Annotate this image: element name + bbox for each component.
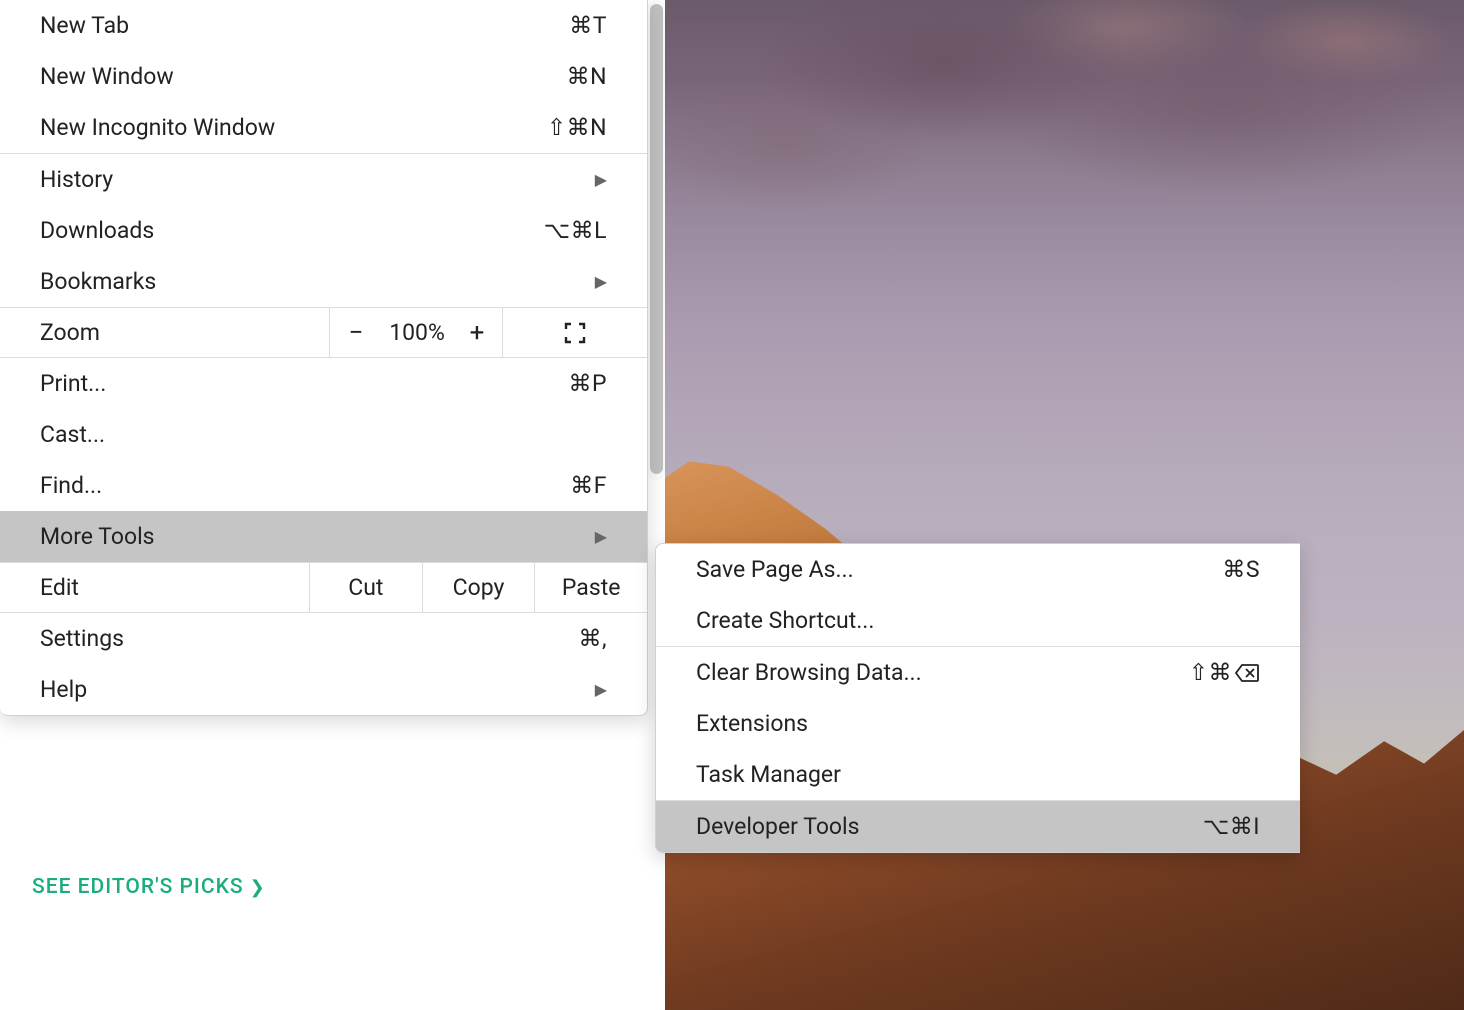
menu-zoom-label: Zoom (0, 308, 330, 357)
submenu-developer-tools[interactable]: Developer Tools ⌥⌘I (656, 801, 1300, 852)
menu-more-tools[interactable]: More Tools ▶ (0, 511, 647, 562)
zoom-level-value: 100% (382, 308, 452, 357)
submenu-save-page[interactable]: Save Page As... ⌘S (656, 544, 1300, 595)
submenu-save-page-shortcut: ⌘S (1222, 556, 1260, 583)
submenu-developer-tools-shortcut: ⌥⌘I (1203, 813, 1260, 840)
menu-downloads[interactable]: Downloads ⌥⌘L (0, 205, 647, 256)
menu-settings-shortcut: ⌘, (578, 625, 607, 652)
menu-cast-label: Cast... (40, 421, 607, 448)
menu-more-tools-label: More Tools (40, 523, 595, 550)
menu-find-label: Find... (40, 472, 570, 499)
editors-picks-label: SEE EDITOR'S PICKS (32, 875, 244, 899)
submenu-task-manager-label: Task Manager (696, 761, 1260, 788)
submenu-create-shortcut[interactable]: Create Shortcut... (656, 595, 1300, 646)
submenu-arrow-icon: ▶ (595, 527, 607, 546)
menu-new-tab-label: New Tab (40, 12, 569, 39)
submenu-clear-data-shortcut: ⇧⌘ (1189, 659, 1260, 686)
menu-print-label: Print... (40, 370, 568, 397)
more-tools-submenu: Save Page As... ⌘S Create Shortcut... Cl… (655, 543, 1300, 853)
menu-print[interactable]: Print... ⌘P (0, 358, 647, 409)
submenu-extensions-label: Extensions (696, 710, 1260, 737)
submenu-create-shortcut-label: Create Shortcut... (696, 607, 1260, 634)
submenu-arrow-icon: ▶ (595, 272, 607, 291)
chevron-right-icon: ❯ (250, 877, 266, 898)
menu-new-window[interactable]: New Window ⌘N (0, 51, 647, 102)
menu-new-incognito-shortcut: ⇧⌘N (547, 114, 607, 141)
menu-downloads-label: Downloads (40, 217, 544, 244)
menu-new-window-label: New Window (40, 63, 567, 90)
desktop-wallpaper (665, 0, 1464, 1010)
submenu-save-page-label: Save Page As... (696, 556, 1222, 583)
menu-edit-row: Edit Cut Copy Paste (0, 562, 647, 613)
menu-print-shortcut: ⌘P (568, 370, 607, 397)
edit-copy-button[interactable]: Copy (423, 563, 536, 612)
menu-history-label: History (40, 166, 595, 193)
backspace-icon (1234, 663, 1260, 683)
submenu-clear-data-label: Clear Browsing Data... (696, 659, 1189, 686)
zoom-in-button[interactable]: + (452, 308, 502, 357)
menu-find[interactable]: Find... ⌘F (0, 460, 647, 511)
edit-paste-button[interactable]: Paste (535, 563, 647, 612)
menu-help-label: Help (40, 676, 595, 703)
menu-bookmarks[interactable]: Bookmarks ▶ (0, 256, 647, 307)
chrome-main-menu: New Tab ⌘T New Window ⌘N New Incognito W… (0, 0, 648, 716)
edit-cut-button[interactable]: Cut (310, 563, 423, 612)
menu-new-window-shortcut: ⌘N (567, 63, 607, 90)
menu-bookmarks-label: Bookmarks (40, 268, 595, 295)
menu-cast[interactable]: Cast... (0, 409, 647, 460)
submenu-arrow-icon: ▶ (595, 170, 607, 189)
menu-scrollbar-thumb[interactable] (650, 4, 663, 474)
menu-new-tab[interactable]: New Tab ⌘T (0, 0, 647, 51)
zoom-out-button[interactable]: − (330, 308, 382, 357)
wallpaper-clouds (665, 0, 1464, 350)
editors-picks-link[interactable]: SEE EDITOR'S PICKS ❯ (32, 875, 266, 899)
menu-downloads-shortcut: ⌥⌘L (544, 217, 607, 244)
menu-new-tab-shortcut: ⌘T (569, 12, 607, 39)
fullscreen-button[interactable] (502, 308, 647, 357)
menu-history[interactable]: History ▶ (0, 154, 647, 205)
fullscreen-icon (564, 322, 586, 344)
menu-settings[interactable]: Settings ⌘, (0, 613, 647, 664)
submenu-task-manager[interactable]: Task Manager (656, 749, 1300, 800)
submenu-arrow-icon: ▶ (595, 680, 607, 699)
menu-new-incognito-label: New Incognito Window (40, 114, 547, 141)
menu-help[interactable]: Help ▶ (0, 664, 647, 715)
submenu-extensions[interactable]: Extensions (656, 698, 1300, 749)
menu-new-incognito[interactable]: New Incognito Window ⇧⌘N (0, 102, 647, 153)
submenu-clear-data[interactable]: Clear Browsing Data... ⇧⌘ (656, 647, 1300, 698)
menu-zoom-row: Zoom − 100% + (0, 307, 647, 358)
menu-settings-label: Settings (40, 625, 578, 652)
menu-edit-label: Edit (0, 563, 310, 612)
submenu-developer-tools-label: Developer Tools (696, 813, 1203, 840)
menu-find-shortcut: ⌘F (570, 472, 607, 499)
